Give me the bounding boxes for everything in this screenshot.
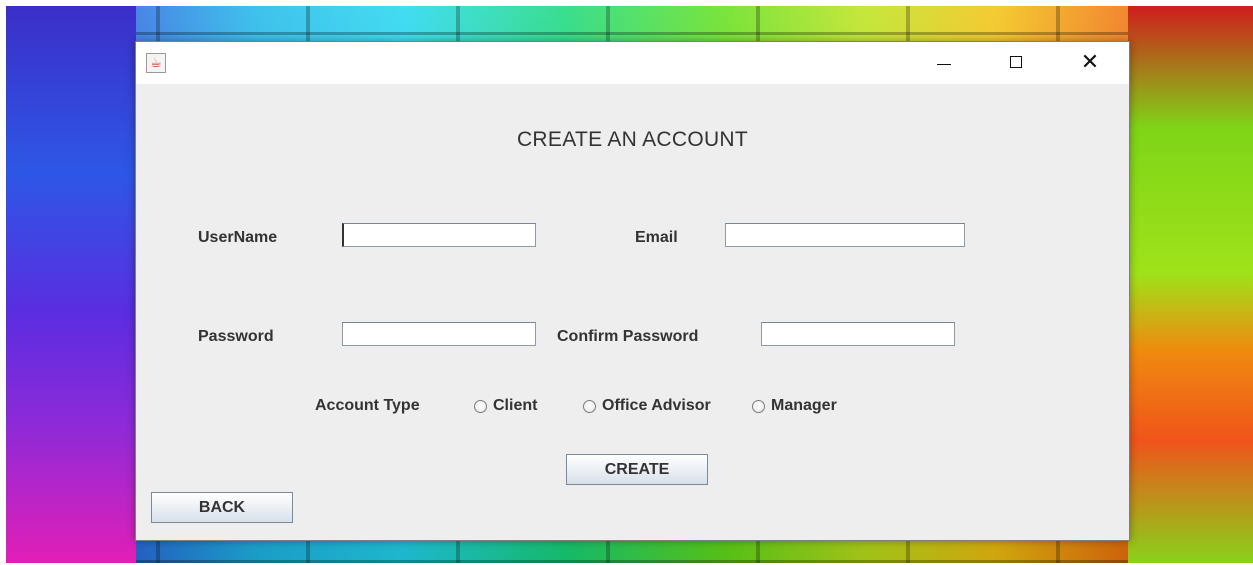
password-field[interactable]	[342, 322, 536, 346]
radio-office-advisor-label: Office Advisor	[602, 397, 711, 414]
page-title: CREATE AN ACCOUNT	[516, 128, 749, 151]
radio-manager-label: Manager	[771, 397, 837, 414]
radio-office-advisor[interactable]: Office Advisor	[583, 397, 711, 415]
minimize-button[interactable]	[921, 42, 967, 82]
wallpaper-right-cubes	[1128, 6, 1253, 563]
email-label: Email	[635, 229, 678, 246]
close-button[interactable]: ✕	[1067, 42, 1113, 82]
radio-client[interactable]: Client	[474, 397, 537, 415]
radio-client-label: Client	[493, 397, 538, 414]
email-field[interactable]	[725, 223, 965, 247]
maximize-button[interactable]	[993, 42, 1039, 82]
maximize-icon	[1010, 56, 1022, 68]
account-type-label: Account Type	[315, 397, 420, 414]
title-bar[interactable]: ☕ ✕	[136, 42, 1129, 84]
radio-circle-icon[interactable]	[583, 399, 596, 413]
radio-circle-icon[interactable]	[474, 399, 487, 413]
radio-circle-icon[interactable]	[752, 399, 765, 413]
confirm-password-label: Confirm Password	[557, 328, 699, 345]
wallpaper-left-cubes	[6, 6, 136, 563]
create-button[interactable]: CREATE	[566, 454, 708, 485]
java-cup-icon: ☕	[146, 53, 166, 73]
create-account-window: ☕ ✕ CREATE AN ACCOUNT UserName Email Pas…	[135, 41, 1130, 541]
username-label: UserName	[198, 229, 278, 246]
back-button[interactable]: BACK	[151, 492, 293, 523]
password-label: Password	[198, 328, 274, 345]
username-field[interactable]	[342, 223, 536, 247]
confirm-password-field[interactable]	[761, 322, 955, 346]
minimize-icon	[937, 63, 951, 65]
radio-manager[interactable]: Manager	[752, 397, 837, 415]
